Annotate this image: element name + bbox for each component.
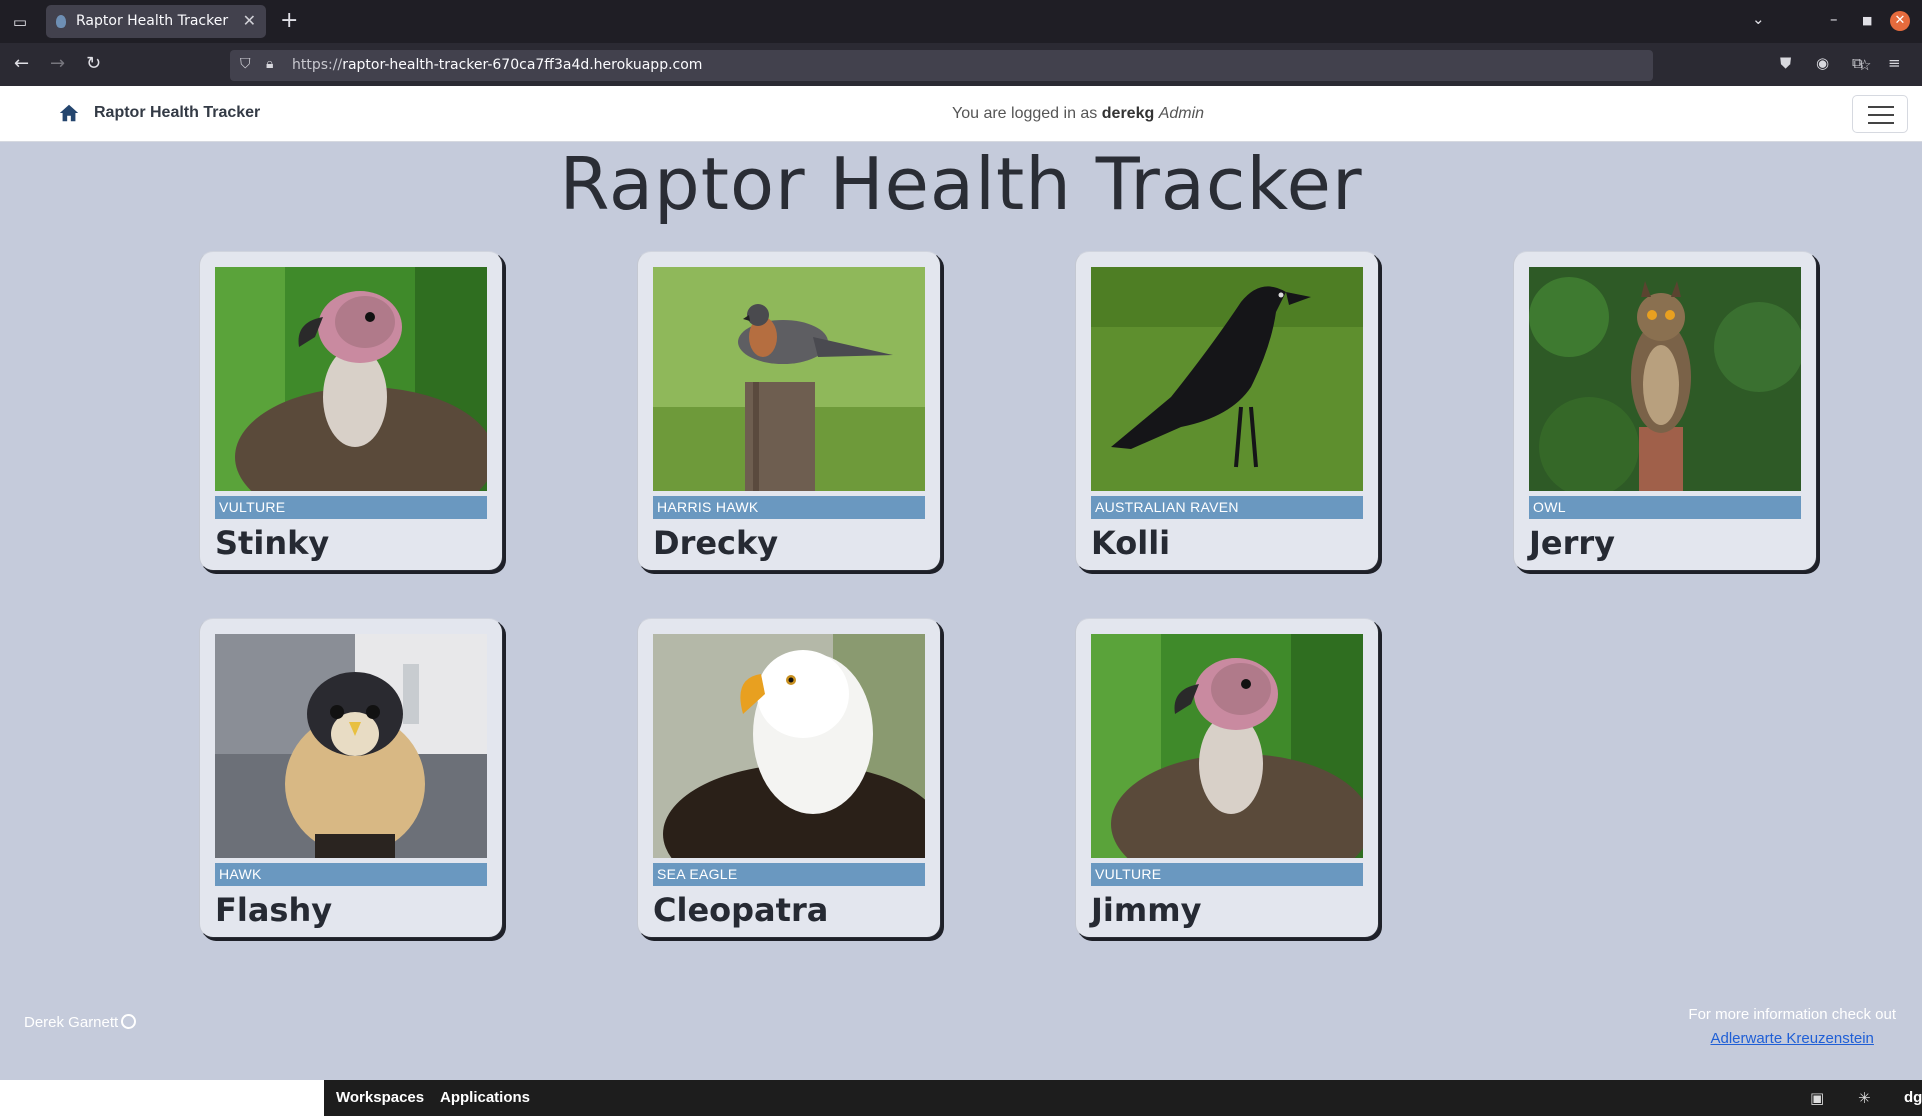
species-label: HARRIS HAWK (653, 496, 925, 519)
species-label: OWL (1529, 496, 1801, 519)
species-label: VULTURE (1091, 863, 1363, 886)
bird-card-jimmy[interactable]: VULTURE Jimmy (1075, 618, 1379, 938)
vulture-photo-icon (1091, 634, 1363, 858)
chat-tray-icon[interactable]: ▣ (1810, 1089, 1824, 1107)
slack-tray-icon[interactable]: ✳ (1858, 1089, 1871, 1107)
reload-icon[interactable]: ↻ (86, 53, 101, 74)
address-bar[interactable]: ⛉ 🔒︎ https://raptor-health-tracker-670ca… (230, 50, 1871, 81)
bird-card-flashy[interactable]: HAWK Flashy (199, 618, 503, 938)
bird-name[interactable]: Kolli (1091, 524, 1170, 562)
favicon-icon (56, 15, 66, 28)
vulture-photo-icon (215, 267, 487, 491)
browser-tab[interactable]: Raptor Health Tracker ✕ (46, 5, 266, 38)
menu-icon[interactable]: ≡ (1888, 54, 1901, 72)
close-tab-icon[interactable]: ✕ (243, 11, 256, 30)
author-name[interactable]: Derek Garnett (24, 1014, 118, 1031)
pocket-icon[interactable]: ⛊ (1780, 54, 1791, 72)
forward-icon[interactable]: → (50, 53, 65, 74)
hamburger-menu-button[interactable] (1852, 95, 1908, 133)
bird-name[interactable]: Stinky (215, 524, 329, 562)
back-icon[interactable]: ← (14, 53, 29, 74)
adlerwarte-link[interactable]: Adlerwarte Kreuzenstein (1710, 1030, 1873, 1047)
eagle-photo-icon (653, 634, 925, 858)
species-label: HAWK (215, 863, 487, 886)
minimize-icon[interactable]: – (1830, 10, 1838, 28)
bird-name[interactable]: Jimmy (1091, 891, 1201, 929)
extensions-icon[interactable]: ⧉ (1852, 54, 1863, 72)
home-icon[interactable] (58, 102, 80, 124)
new-tab-icon[interactable]: + (280, 8, 298, 33)
login-prefix: You are logged in as (952, 105, 1098, 122)
bird-card-drecky[interactable]: HARRIS HAWK Drecky (637, 251, 941, 571)
applications-button[interactable]: Applications (440, 1089, 530, 1106)
login-username: derekg (1101, 105, 1155, 122)
footer-info: For more information check out Adlerwart… (1688, 1003, 1896, 1051)
page-title: Raptor Health Tracker (559, 142, 1363, 226)
workspaces-button[interactable]: Workspaces (336, 1089, 424, 1106)
tab-overflow-chevron-icon[interactable]: ⌄ (1752, 10, 1765, 28)
github-icon[interactable] (121, 1014, 137, 1029)
tab-list-icon[interactable]: ▭ (10, 12, 30, 32)
owl-photo-icon (1529, 267, 1801, 491)
login-status: You are logged in as derekg Admin (952, 105, 1204, 123)
brand-link[interactable]: Raptor Health Tracker (94, 104, 260, 122)
bird-card-kolli[interactable]: AUSTRALIAN RAVEN Kolli (1075, 251, 1379, 571)
species-label: AUSTRALIAN RAVEN (1091, 496, 1363, 519)
maximize-icon[interactable]: ■ (1862, 14, 1872, 27)
species-label: SEA EAGLE (653, 863, 925, 886)
app-header: Raptor Health Tracker You are logged in … (0, 86, 1922, 142)
bird-card-stinky[interactable]: VULTURE Stinky (199, 251, 503, 571)
bird-name[interactable]: Drecky (653, 524, 778, 562)
species-label: VULTURE (215, 496, 487, 519)
browser-tab-bar: ▭ Raptor Health Tracker ✕ + ⌄ – ■ ✕ (0, 0, 1922, 43)
bird-name[interactable]: Cleopatra (653, 891, 828, 929)
footer-info-text: For more information check out (1688, 1006, 1896, 1023)
falcon-photo-icon (215, 634, 487, 858)
tab-title: Raptor Health Tracker (76, 13, 229, 29)
window-close-icon[interactable]: ✕ (1890, 11, 1910, 31)
shield-icon[interactable]: ⛉ (240, 56, 251, 72)
bird-name[interactable]: Jerry (1529, 524, 1615, 562)
bird-name[interactable]: Flashy (215, 891, 332, 929)
account-icon[interactable]: ◉ (1816, 54, 1829, 72)
raven-photo-icon (1091, 267, 1363, 491)
lock-icon[interactable]: 🔒︎ (266, 56, 273, 72)
user-tray-label[interactable]: dg (1904, 1089, 1922, 1106)
bird-card-cleopatra[interactable]: SEA EAGLE Cleopatra (637, 618, 941, 938)
bird-card-jerry[interactable]: OWL Jerry (1513, 251, 1817, 571)
taskbar-blank-area (0, 1080, 324, 1116)
desktop-taskbar: Workspaces Applications ▣ ✳ dg (324, 1080, 1922, 1116)
login-role: Admin (1158, 105, 1205, 122)
footer-author[interactable]: Derek Garnett (24, 1014, 137, 1031)
hawk-photo-icon (653, 267, 925, 491)
url-text[interactable]: https://raptor-health-tracker-670ca7ff3a… (292, 57, 702, 73)
